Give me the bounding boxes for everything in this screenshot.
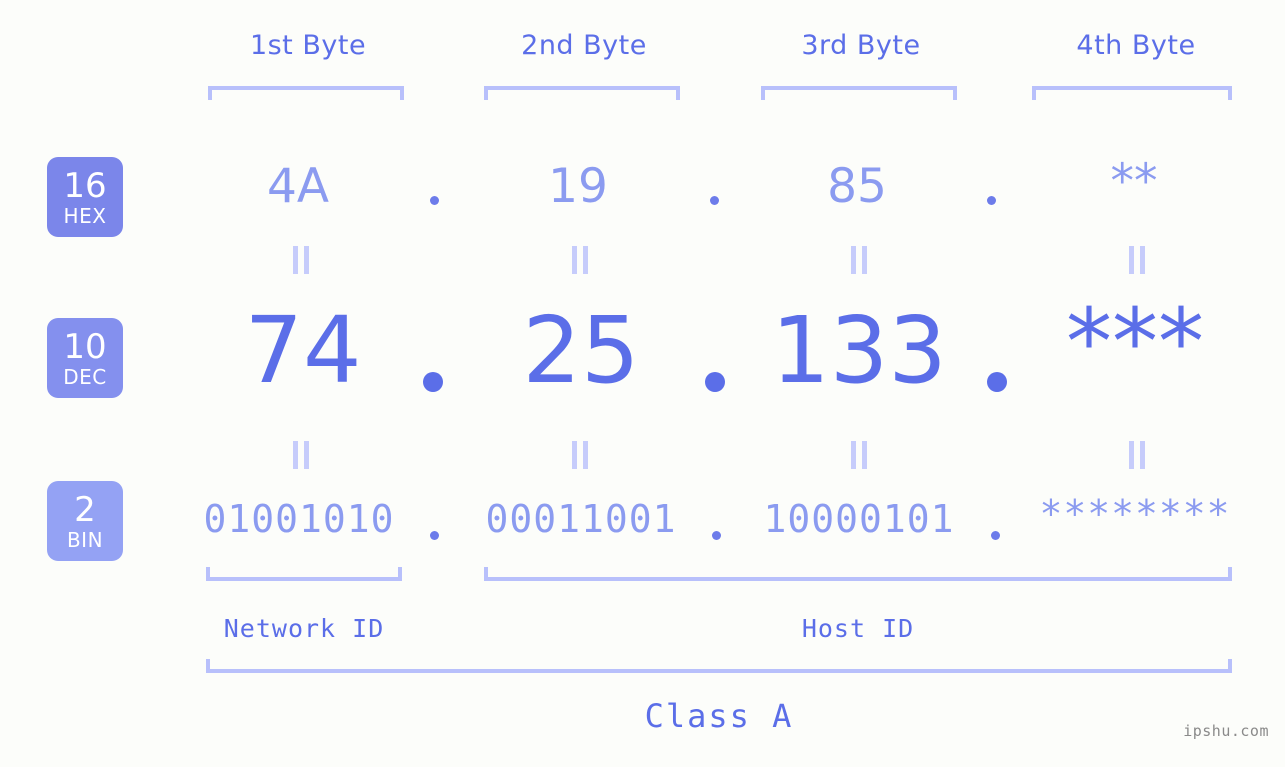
network-id-bracket <box>206 567 402 581</box>
hex-dot-1 <box>430 196 439 205</box>
radix-badge-hex: 16 HEX <box>47 157 123 237</box>
dec-dot-2 <box>705 372 725 392</box>
radix-badge-dec-number: 10 <box>63 326 107 367</box>
hex-byte-3: 85 <box>827 159 887 214</box>
byte-bracket-top-4 <box>1032 86 1232 100</box>
ip-address-breakdown-diagram: 1st Byte 2nd Byte 3rd Byte 4th Byte 16 H… <box>0 0 1285 767</box>
watermark: ipshu.com <box>1183 722 1269 740</box>
byte-header-2: 2nd Byte <box>521 30 647 61</box>
bin-byte-1: 01001010 <box>203 497 395 541</box>
byte-bracket-top-3 <box>761 86 957 100</box>
byte-bracket-top-1 <box>208 86 404 100</box>
bin-byte-4: ******** <box>1039 492 1231 536</box>
radix-badge-bin: 2 BIN <box>47 481 123 561</box>
byte-bracket-top-2 <box>484 86 680 100</box>
dec-dot-1 <box>423 372 443 392</box>
byte-header-1: 1st Byte <box>249 30 367 61</box>
equivalence-mark-dec-bin-4 <box>1128 441 1146 469</box>
bin-byte-3: 10000101 <box>763 497 955 541</box>
hex-dot-2 <box>710 196 719 205</box>
bin-dot-1 <box>430 531 439 540</box>
network-id-label: Network ID <box>223 614 385 643</box>
hex-byte-1: 4A <box>266 159 330 214</box>
hex-dot-3 <box>987 196 996 205</box>
bin-byte-2: 00011001 <box>485 497 677 541</box>
equivalence-mark-hex-dec-2 <box>571 246 589 274</box>
hex-byte-2: 19 <box>548 159 608 214</box>
radix-badge-dec-name: DEC <box>63 364 107 389</box>
equivalence-mark-dec-bin-1 <box>292 441 310 469</box>
radix-badge-bin-name: BIN <box>66 527 104 552</box>
bin-dot-3 <box>991 531 1000 540</box>
dec-dot-3 <box>987 372 1007 392</box>
equivalence-mark-hex-dec-4 <box>1128 246 1146 274</box>
dec-byte-4: *** <box>1066 289 1204 396</box>
bin-dot-2 <box>712 531 721 540</box>
equivalence-mark-dec-bin-3 <box>850 441 868 469</box>
equivalence-mark-hex-dec-1 <box>292 246 310 274</box>
dec-byte-3: 133 <box>771 297 947 404</box>
radix-badge-dec: 10 DEC <box>47 318 123 398</box>
host-id-bracket <box>484 567 1232 581</box>
class-label: Class A <box>644 697 794 735</box>
dec-byte-2: 25 <box>522 297 640 404</box>
radix-badge-hex-number: 16 <box>63 165 107 206</box>
hex-byte-4: ** <box>1110 154 1158 209</box>
radix-badge-bin-number: 2 <box>74 489 96 530</box>
radix-badge-hex-name: HEX <box>63 203 107 228</box>
equivalence-mark-hex-dec-3 <box>850 246 868 274</box>
byte-header-3: 3rd Byte <box>801 30 921 61</box>
dec-byte-1: 74 <box>244 297 362 404</box>
host-id-label: Host ID <box>801 614 915 643</box>
equivalence-mark-dec-bin-2 <box>571 441 589 469</box>
class-bracket <box>206 659 1232 673</box>
byte-header-4: 4th Byte <box>1076 30 1196 61</box>
